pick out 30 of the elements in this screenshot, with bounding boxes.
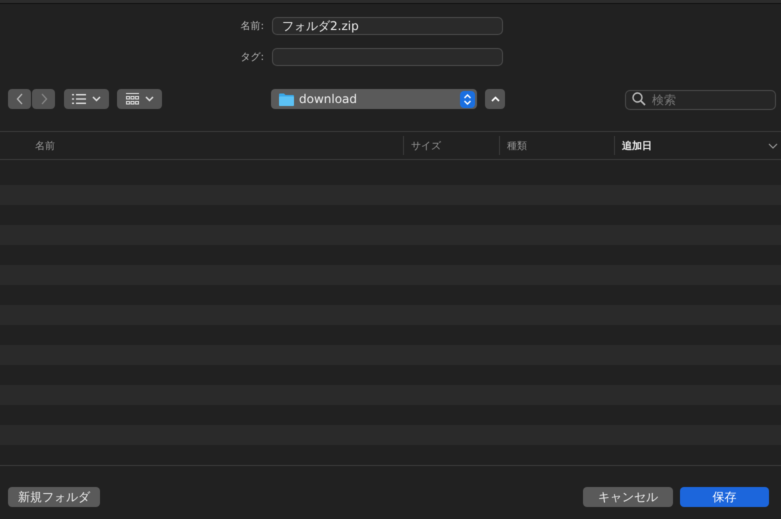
location-label: download bbox=[299, 92, 358, 106]
column-header[interactable]: 名前 bbox=[35, 138, 55, 152]
filename-field[interactable]: フォルダ2.zip bbox=[272, 17, 503, 35]
new-folder-button[interactable]: 新規フォルダ bbox=[8, 487, 100, 507]
column-header[interactable]: 種類 bbox=[507, 138, 527, 152]
gallery-view-button[interactable] bbox=[117, 89, 162, 109]
list-view-button[interactable] bbox=[64, 89, 109, 109]
list-icon bbox=[72, 94, 86, 104]
cancel-button[interactable]: キャンセル bbox=[583, 487, 673, 507]
location-popup[interactable]: download bbox=[271, 89, 477, 109]
sort-caret-icon bbox=[768, 142, 778, 148]
caret-icon bbox=[144, 96, 154, 102]
field-label: タグ: bbox=[240, 51, 264, 64]
caret-icon bbox=[92, 96, 101, 102]
stepper-icon bbox=[460, 90, 475, 108]
search-icon bbox=[632, 92, 646, 106]
folder-icon bbox=[279, 92, 294, 106]
search-field[interactable]: 検索 bbox=[625, 90, 776, 110]
chevron-left-icon bbox=[16, 93, 24, 105]
tags-field[interactable] bbox=[272, 48, 503, 66]
grid-icon bbox=[126, 93, 138, 105]
column-header[interactable]: 追加日 bbox=[622, 138, 652, 152]
chevron-up-icon bbox=[490, 96, 500, 102]
save-button[interactable]: 保存 bbox=[680, 487, 769, 507]
column-header[interactable]: サイズ bbox=[411, 138, 441, 152]
chevron-right-icon bbox=[40, 93, 48, 105]
field-label: 名前: bbox=[240, 20, 264, 33]
forward-button[interactable] bbox=[32, 89, 55, 109]
back-button[interactable] bbox=[8, 89, 31, 109]
parent-folder-button[interactable] bbox=[485, 89, 505, 109]
